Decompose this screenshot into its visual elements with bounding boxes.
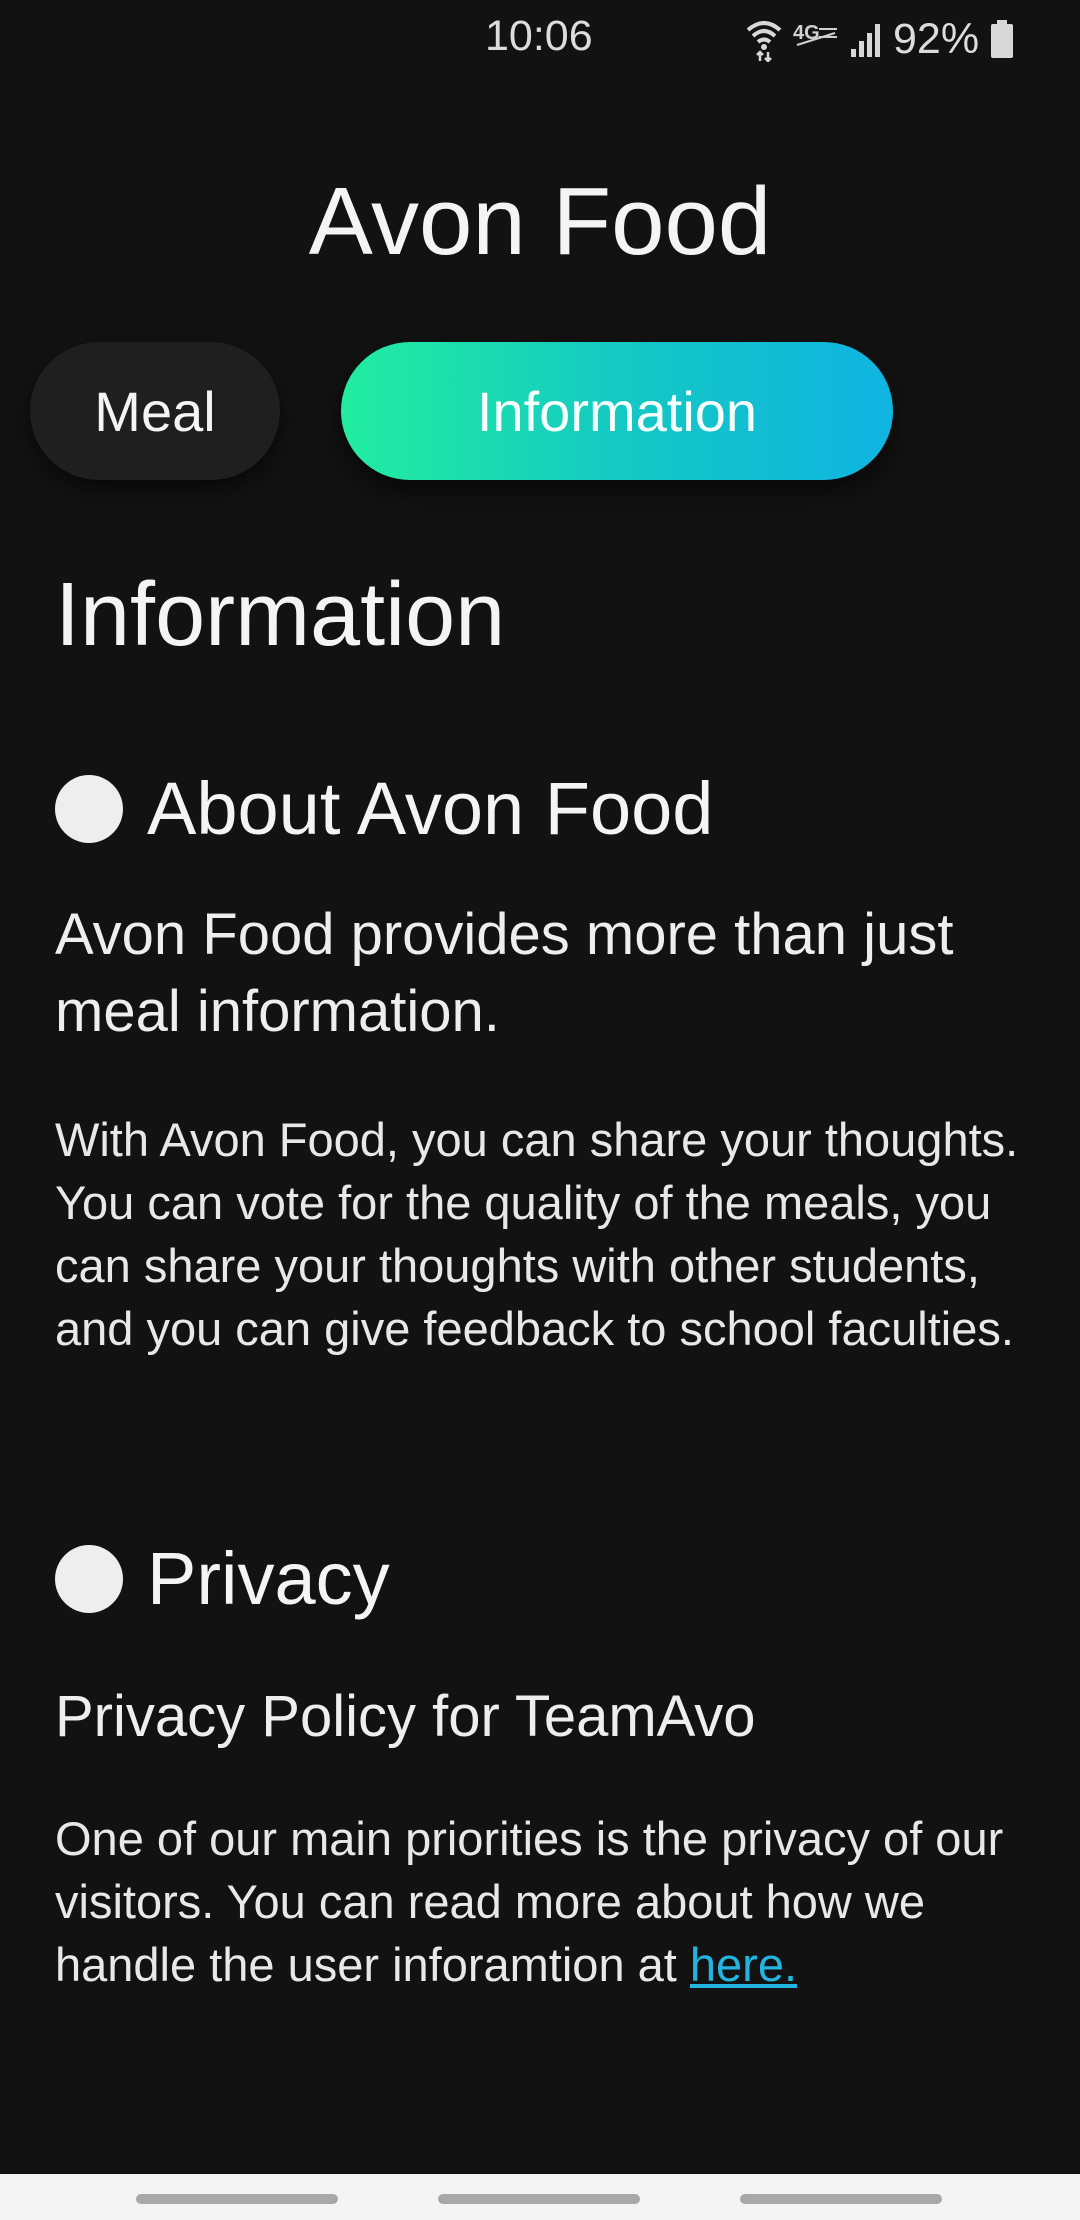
section-about-title: About Avon Food [55,764,1035,854]
battery-icon [989,19,1015,59]
recent-apps-button[interactable] [136,2194,338,2204]
status-icons: 4G 92% [745,14,1015,64]
tab-information-label: Information [476,379,758,443]
tab-meal-label: Meal [94,379,216,443]
section-privacy-body-text: One of our main priorities is the privac… [55,1812,1004,1991]
section-privacy-title-text: Privacy [147,1537,390,1620]
bullet-icon [55,1545,123,1613]
svg-text:4G: 4G [793,22,820,44]
main-content: Information About Avon Food Avon Food pr… [55,560,1035,1996]
lte-icon: 4G [793,19,839,59]
section-about-lead: Avon Food provides more than just meal i… [55,902,954,1044]
wifi-icon [745,16,783,62]
status-bar: 10:06 4G 92% [0,0,1080,75]
tab-information[interactable]: Information [341,342,893,480]
privacy-link[interactable]: here. [690,1938,797,1991]
home-button[interactable] [438,2194,640,2204]
navigation-bar [0,2174,1080,2220]
section-about-body: With Avon Food, you can share your thoug… [55,1113,1019,1355]
status-time: 10:06 [485,12,593,60]
section-privacy-title: Privacy [55,1534,1035,1624]
section-about-title-text: About Avon Food [147,767,714,850]
tab-meal[interactable]: Meal [30,342,280,480]
section-privacy-lead: Privacy Policy for TeamAvo [55,1684,756,1749]
section-privacy-body: One of our main priorities is the privac… [55,1807,1035,1996]
back-button[interactable] [740,2194,942,2204]
bullet-icon [55,775,123,843]
battery-percentage: 92% [893,14,980,63]
app-title: Avon Food [308,168,772,275]
signal-icon [849,19,883,59]
page-heading: Information [55,565,506,665]
